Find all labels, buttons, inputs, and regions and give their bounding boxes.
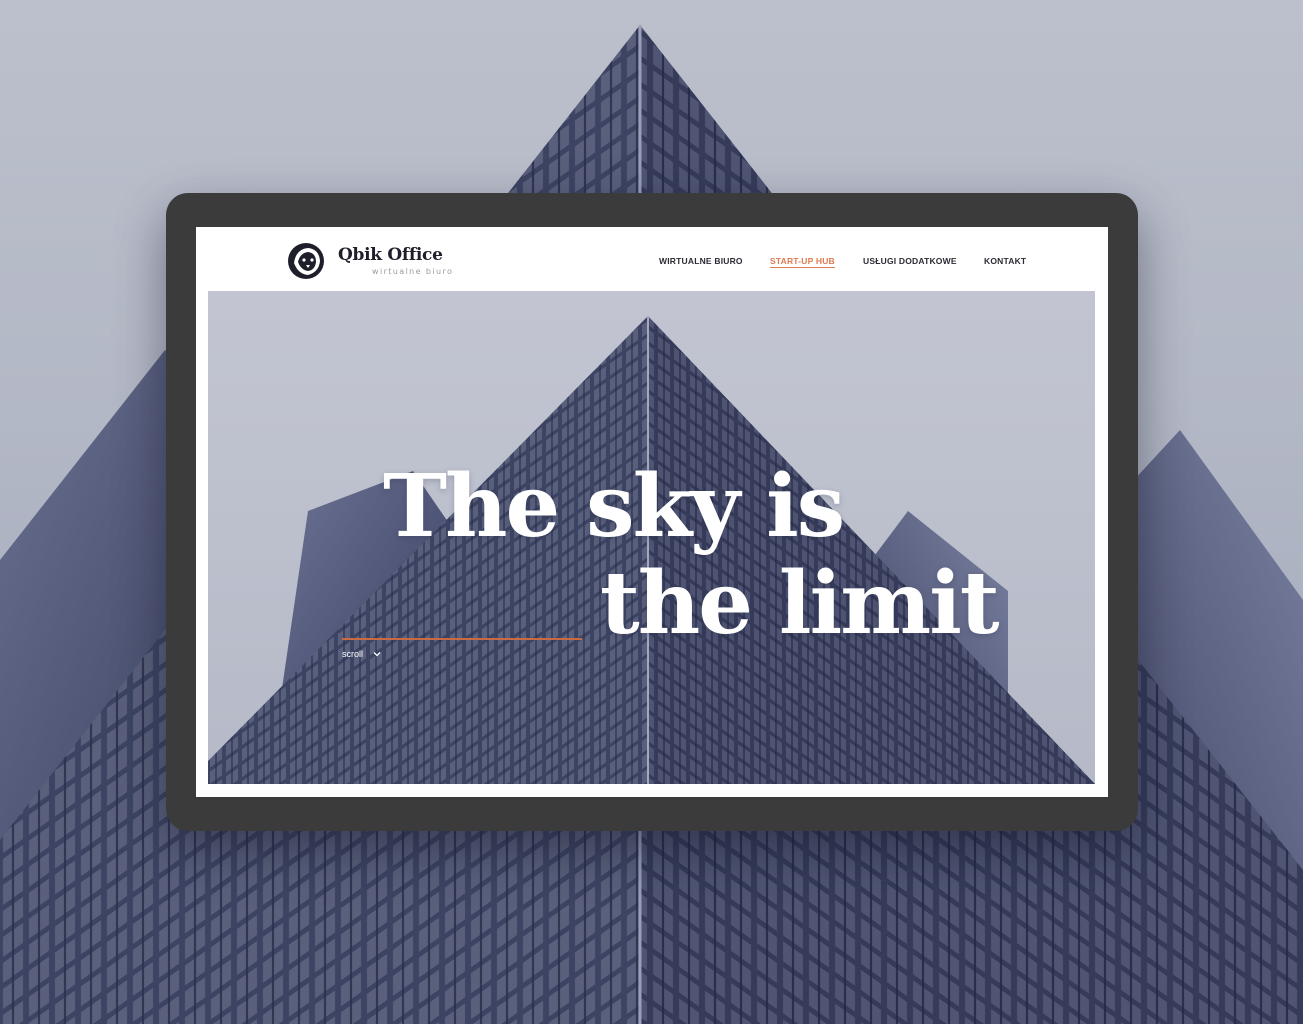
chevron-down-icon[interactable]: [373, 650, 381, 658]
brand-name: Qbik Office: [338, 245, 443, 265]
brand-logo[interactable]: Qbik Office wirtualne biuro: [286, 241, 466, 281]
nav-item-wirtualne-biuro[interactable]: WIRTUALNE BIURO: [659, 256, 743, 266]
site-header: Qbik Office wirtualne biuro WIRTUALNE BI…: [196, 227, 1108, 291]
nav-item-start-up-hub[interactable]: START-UP HUB: [770, 256, 835, 268]
scroll-link[interactable]: scroll: [342, 649, 363, 659]
hero-headline-line-2: the limit: [600, 553, 1000, 654]
hero-section: The sky is the limit scroll: [208, 291, 1095, 784]
website-screen: Qbik Office wirtualne biuro WIRTUALNE BI…: [196, 227, 1108, 797]
brand-tagline: wirtualne biuro: [372, 267, 454, 276]
nav-item-uslugi-dodatkowe[interactable]: USŁUGI DODATKOWE: [863, 256, 957, 266]
nav-item-kontakt[interactable]: KONTAKT: [984, 256, 1026, 266]
laptop-screen-frame: Qbik Office wirtualne biuro WIRTUALNE BI…: [166, 193, 1138, 831]
scroll-divider: [342, 638, 582, 640]
lion-head-icon: [288, 243, 324, 279]
hero-headline-line-1: The sky is: [383, 456, 845, 557]
